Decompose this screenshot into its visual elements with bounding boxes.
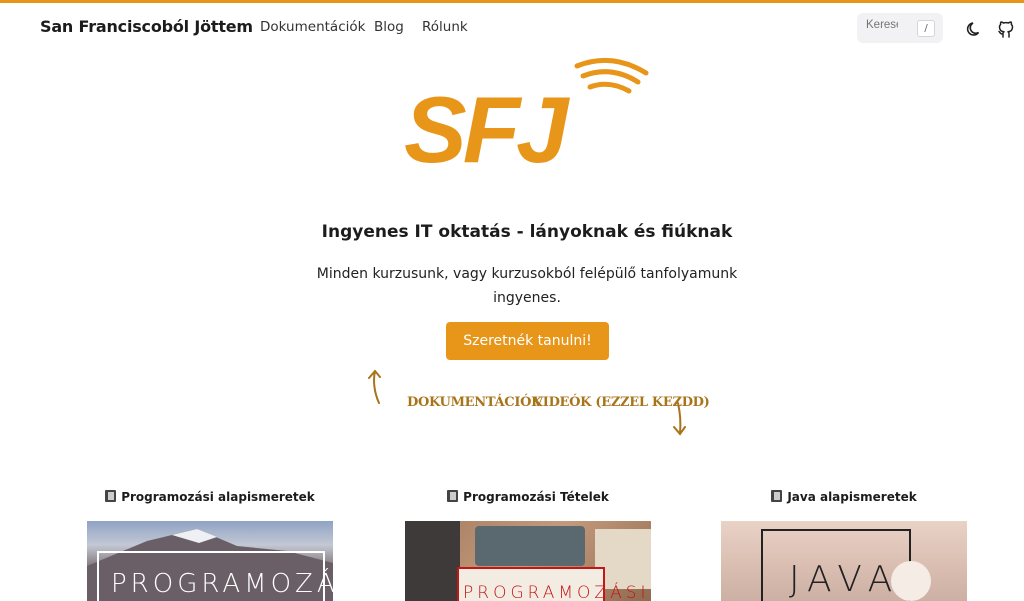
moon-icon[interactable]	[965, 19, 985, 39]
arrow-down-icon	[670, 400, 690, 442]
card-thumbnail-programming-theorems[interactable]: PROGRAMOZÁSI	[405, 521, 651, 601]
book-icon	[105, 490, 117, 502]
search-input[interactable]	[866, 19, 898, 31]
arrow-up-icon	[366, 368, 386, 410]
book-icon	[771, 490, 783, 502]
card-title-programming-theorems[interactable]: Programozási Tételek	[405, 490, 651, 504]
nav-link-blog[interactable]: Blog	[374, 19, 404, 35]
nav-link-about[interactable]: Rólunk	[422, 19, 468, 35]
sfj-logo: SFJ	[400, 55, 650, 182]
card-thumbnail-java-basics[interactable]: JAVA	[721, 521, 967, 601]
docs-hint-link[interactable]: DOKUMENTÁCIÓK	[407, 395, 542, 410]
svg-text:SFJ: SFJ	[404, 77, 570, 170]
hero-subtitle: Minden kurzusunk, vagy kurzusokból felép…	[316, 266, 738, 306]
hero-title: Ingyenes IT oktatás - lányoknak és fiúkn…	[321, 222, 733, 242]
book-icon	[447, 490, 459, 502]
card-title-java-basics[interactable]: Java alapismeretek	[721, 490, 967, 504]
site-brand[interactable]: San Franciscoból Jöttem	[40, 17, 253, 36]
search-shortcut-key: /	[917, 20, 935, 37]
card-thumbnail-programming-basics[interactable]: PROGRAMOZÁSI	[87, 521, 333, 601]
search-box[interactable]: /	[857, 13, 943, 43]
card-title-programming-basics[interactable]: Programozási alapismeretek	[87, 490, 333, 504]
start-learning-button[interactable]: Szeretnék tanulni!	[446, 322, 609, 360]
navbar: San Franciscoból Jöttem Dokumentációk Bl…	[0, 3, 1024, 51]
github-icon[interactable]	[996, 19, 1016, 39]
nav-link-docs[interactable]: Dokumentációk	[260, 19, 365, 35]
